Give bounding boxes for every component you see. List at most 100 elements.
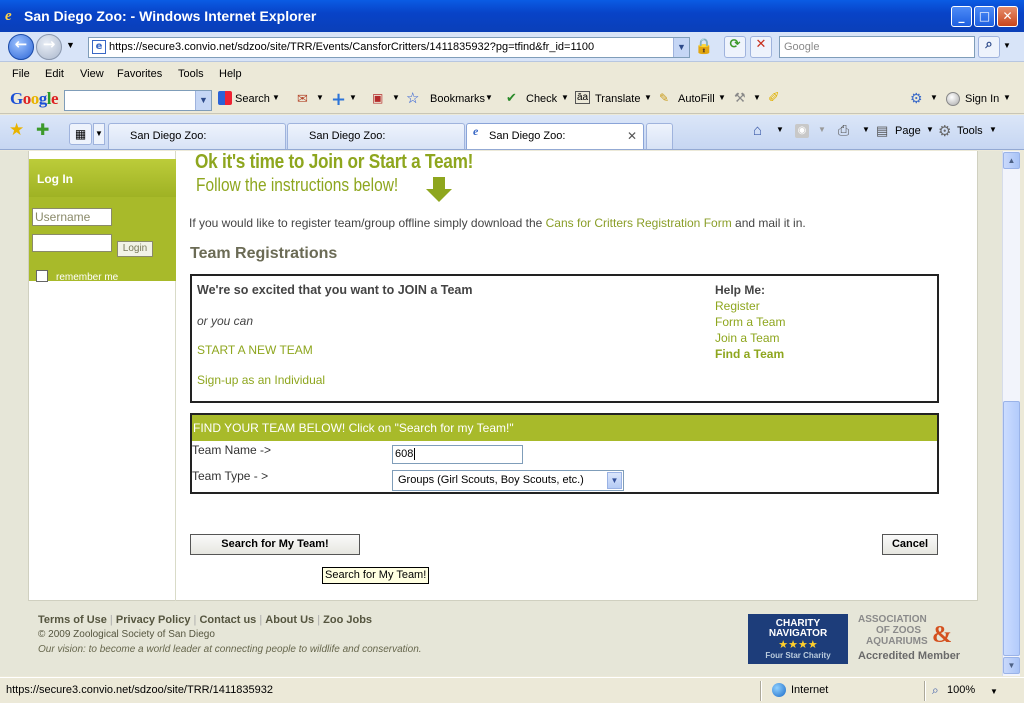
charity-navigator-badge[interactable]: CHARITY NAVIGATOR ★★★★ Four Star Charity <box>748 614 848 664</box>
signin-button[interactable]: Sign In <box>965 93 999 105</box>
vertical-scrollbar[interactable]: ▲ ▼ <box>1002 151 1020 676</box>
registration-form-link[interactable]: Cans for Critters Registration Form <box>546 216 732 230</box>
remember-me[interactable]: remember me <box>36 270 118 283</box>
popup-blocker-icon[interactable]: ✉ <box>297 91 308 107</box>
help-register-link[interactable]: Register <box>715 299 760 313</box>
favorites-star-icon[interactable]: ★ <box>9 120 24 140</box>
aza-ampersand: & <box>932 622 952 648</box>
help-join-team-link[interactable]: Join a Team <box>715 331 779 345</box>
scroll-thumb[interactable] <box>1003 401 1020 656</box>
wrench-dropdown-icon[interactable]: ▼ <box>753 93 761 102</box>
tools-dropdown-icon[interactable]: ▼ <box>989 125 997 134</box>
home-dropdown-icon[interactable]: ▼ <box>776 125 784 134</box>
search-options-dropdown-icon[interactable]: ▼ <box>1003 41 1011 50</box>
page-dropdown-icon[interactable]: ▼ <box>926 125 934 134</box>
about-link[interactable]: About Us <box>265 614 314 626</box>
new-tab-button[interactable] <box>646 123 673 149</box>
search-icon[interactable]: ⌕ <box>978 36 1000 58</box>
address-input[interactable]: e https://secure3.convio.net/sdzoo/site/… <box>88 37 690 58</box>
terms-link[interactable]: Terms of Use <box>38 614 107 626</box>
home-icon[interactable]: ⌂ <box>753 122 762 139</box>
scroll-down-button[interactable]: ▼ <box>1003 657 1020 674</box>
print-icon[interactable]: ⎙ <box>838 122 849 139</box>
text-cursor <box>414 448 416 460</box>
feeds-dropdown-icon[interactable]: ▼ <box>818 125 826 134</box>
refresh-button[interactable]: ⟳ <box>724 36 746 58</box>
stop-button[interactable]: ✕ <box>750 36 772 58</box>
search-dropdown-icon[interactable]: ▼ <box>272 93 280 102</box>
privacy-link[interactable]: Privacy Policy <box>116 614 191 626</box>
feeds-icon[interactable]: ◉ <box>795 124 809 138</box>
down-arrow-icon <box>426 177 452 202</box>
translate-dropdown-icon[interactable]: ▼ <box>644 93 652 102</box>
google-search-input[interactable]: ▼ <box>64 90 212 111</box>
team-type-select[interactable]: Groups (Girl Scouts, Boy Scouts, etc.) ▼ <box>392 470 624 491</box>
copyright: © 2009 Zoological Society of San Diego <box>38 629 215 640</box>
quick-tabs-icon[interactable]: ▦ <box>69 123 92 145</box>
menu-file[interactable]: File <box>12 68 30 80</box>
contact-link[interactable]: Contact us <box>199 614 256 626</box>
remember-checkbox[interactable] <box>36 270 48 282</box>
help-form-team-link[interactable]: Form a Team <box>715 315 785 329</box>
google-search-button[interactable]: Search <box>235 93 270 105</box>
menu-help[interactable]: Help <box>219 68 242 80</box>
signin-dropdown-icon[interactable]: ▼ <box>1003 93 1011 102</box>
tools-wrench-icon[interactable]: ⚒ <box>734 90 746 106</box>
tab-list-dropdown-icon[interactable]: ▼ <box>93 123 105 145</box>
back-button[interactable]: ← <box>8 34 34 60</box>
settings-wrench-icon[interactable]: ⚙ <box>910 90 923 107</box>
start-new-team-link[interactable]: START A NEW TEAM <box>197 343 313 357</box>
tab-3-active[interactable]: e San Diego Zoo: ✕ <box>466 123 644 149</box>
settings-dropdown-icon[interactable]: ▼ <box>930 93 938 102</box>
autofill-button[interactable]: AutoFill <box>678 93 715 105</box>
page-menu-button[interactable]: Page <box>895 125 921 137</box>
menu-edit[interactable]: Edit <box>45 68 64 80</box>
maximize-button[interactable]: □ <box>974 6 995 27</box>
close-tab-icon[interactable]: ✕ <box>627 124 637 148</box>
zoom-dropdown-icon[interactable]: ▼ <box>990 687 998 696</box>
help-find-team-link[interactable]: Find a Team <box>715 347 784 361</box>
share-icon[interactable]: ▣ <box>372 91 383 105</box>
address-dropdown-icon[interactable]: ▼ <box>673 38 689 57</box>
signup-individual-link[interactable]: Sign-up as an Individual <box>197 373 325 387</box>
tools-menu-button[interactable]: Tools <box>957 125 983 137</box>
recent-pages-dropdown-icon[interactable]: ▼ <box>66 40 75 50</box>
search-team-button[interactable]: Search for My Team! <box>190 534 360 555</box>
team-type-dropdown-icon[interactable]: ▼ <box>607 472 622 489</box>
add-favorites-icon[interactable]: ✚ <box>36 120 49 140</box>
tab-page-icon: e <box>473 124 479 138</box>
minimize-button[interactable]: _ <box>951 6 972 27</box>
close-window-button[interactable]: ✕ <box>997 6 1018 27</box>
menu-view[interactable]: View <box>80 68 104 80</box>
translate-button[interactable]: Translate <box>595 93 640 105</box>
highlight-icon[interactable]: ✐ <box>768 89 780 106</box>
window-title: San Diego Zoo: - Windows Internet Explor… <box>24 8 317 24</box>
autofill-dropdown-icon[interactable]: ▼ <box>718 93 726 102</box>
search-input[interactable]: Google <box>779 36 975 58</box>
menu-favorites[interactable]: Favorites <box>117 68 162 80</box>
check-button[interactable]: Check <box>526 93 557 105</box>
google-search-dropdown-icon[interactable]: ▼ <box>195 91 211 110</box>
scroll-up-button[interactable]: ▲ <box>1003 152 1020 169</box>
popup-dropdown-icon[interactable]: ▼ <box>316 93 324 102</box>
login-button[interactable]: Login <box>117 241 153 257</box>
check-dropdown-icon[interactable]: ▼ <box>561 93 569 102</box>
lock-icon[interactable]: 🔒 <box>694 37 714 57</box>
aza-badge[interactable]: ASSOCIATION OF ZOOS AQUARIUMS & Accredit… <box>858 614 973 664</box>
bookmarks-dropdown-icon[interactable]: ▼ <box>485 93 493 102</box>
forward-button[interactable]: → <box>36 34 62 60</box>
jobs-link[interactable]: Zoo Jobs <box>323 614 372 626</box>
bookmarks-button[interactable]: Bookmarks <box>430 93 485 105</box>
tab-2[interactable]: San Diego Zoo: <box>287 123 465 149</box>
team-name-input[interactable]: 608 <box>392 445 523 464</box>
username-input[interactable]: Username <box>32 208 112 226</box>
share-dropdown-icon[interactable]: ▼ <box>392 93 400 102</box>
plus-dropdown-icon[interactable]: ▼ <box>349 93 357 102</box>
plus-icon[interactable]: + <box>331 89 346 110</box>
cancel-button[interactable]: Cancel <box>882 534 938 555</box>
zoom-level[interactable]: 100% <box>947 684 975 696</box>
password-input[interactable] <box>32 234 112 252</box>
menu-tools[interactable]: Tools <box>178 68 204 80</box>
print-dropdown-icon[interactable]: ▼ <box>862 125 870 134</box>
tab-1[interactable]: San Diego Zoo: <box>108 123 286 149</box>
